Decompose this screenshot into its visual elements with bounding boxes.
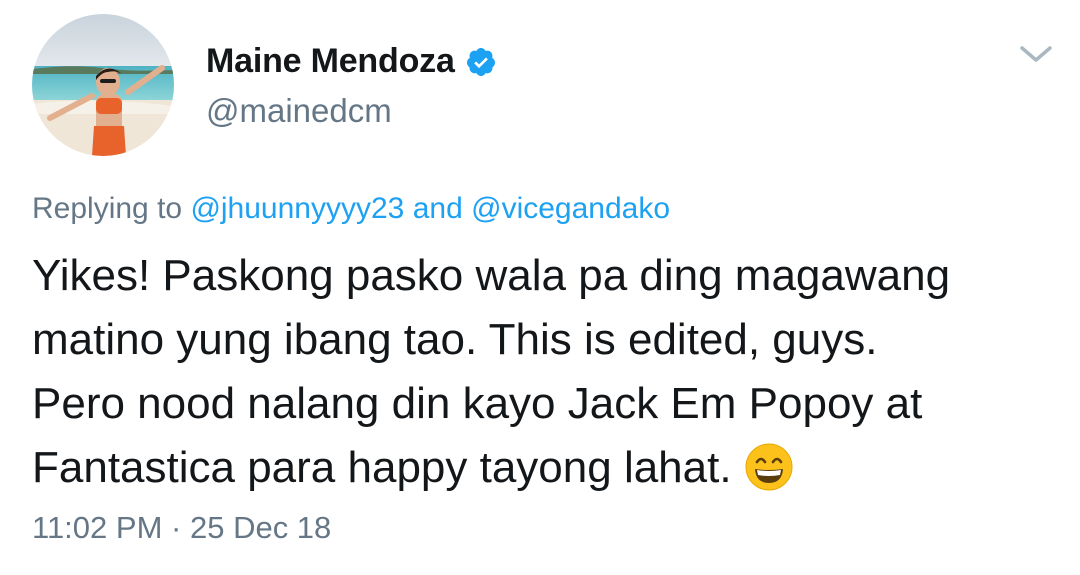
mention-link-2[interactable]: @vicegandako (471, 192, 670, 225)
avatar-photo (32, 14, 174, 156)
tweet-text-line: Yikes! Paskong pasko wala pa ding magawa… (32, 251, 951, 300)
tweet-text-line: Pero nood nalang din kayo Jack Em Popoy … (32, 379, 923, 428)
mention-link-1[interactable]: @jhuunnyyyy23 (190, 192, 404, 225)
tweet-timestamp[interactable]: 11:02 PM · 25 Dec 18 (32, 510, 331, 546)
avatar[interactable] (32, 14, 174, 156)
grinning-face-emoji-icon (744, 442, 794, 492)
tweet-text-line-content: Fantastica para happy tayong lahat. (32, 443, 732, 492)
author-handle[interactable]: @mainedcm (206, 92, 392, 130)
tweet-date: 25 Dec 18 (189, 510, 332, 545)
meta-separator: · (171, 510, 182, 545)
tweet-text-line-last: Fantastica para happy tayong lahat. (32, 436, 1042, 500)
replying-to-line: Replying to @jhuunnyyyy23 and @viceganda… (32, 192, 670, 226)
tweet-text: Yikes! Paskong pasko wala pa ding magawa… (32, 244, 1042, 500)
tweet-card: Maine Mendoza @mainedcm Replying to @jhu… (0, 0, 1080, 575)
tweet-text-line: matino yung ibang tao. This is edited, g… (32, 315, 878, 364)
tweet-time: 11:02 PM (32, 510, 163, 545)
author-name-row: Maine Mendoza (206, 42, 497, 81)
replying-prefix: Replying to (32, 192, 183, 225)
verified-badge-icon (465, 46, 497, 78)
author-display-name[interactable]: Maine Mendoza (206, 42, 455, 81)
more-options-chevron-down-icon[interactable] (1016, 40, 1056, 68)
replying-conjunction: and (412, 192, 463, 225)
